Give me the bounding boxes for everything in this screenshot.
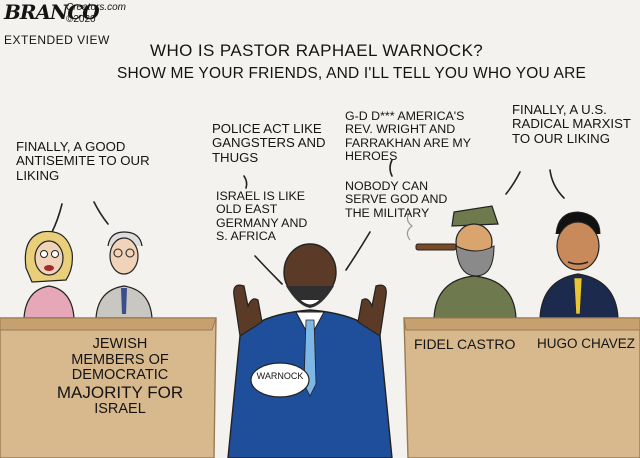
cartoon-panel: BRANCO Creators.com ©2020 EXTENDED VIEW … [0,0,640,458]
podium-label-line: ISRAEL [94,401,146,418]
publisher-credit: Creators.com [66,2,127,13]
castro-label: FIDEL CASTRO [414,336,516,352]
speech-jewish-members: FINALLY, A GOOD ANTISEMITE TO OUR LIKING [16,139,150,183]
view-label: EXTENDED VIEW [4,33,110,47]
man-figure-left [95,231,153,319]
speech-israel: ISRAEL IS LIKE OLD EAST GERMANY AND S. A… [216,189,308,244]
podium-label-line: MEMBERS OF [71,351,169,368]
speech-police: POLICE ACT LIKE GANGSTERS AND THUGS [212,121,326,165]
left-podium-label: JEWISH MEMBERS OF DEMOCRATIC MAJORITY FO… [40,336,200,418]
warnock-figure [227,243,393,458]
podium-label-line: DEMOCRATIC [71,367,169,384]
chavez-label: HUGO CHAVEZ [537,336,636,351]
woman-figure [23,230,75,319]
podium-label-line: JEWISH [92,336,148,352]
cartoon-title: WHO IS PASTOR RAPHAEL WARNOCK? [150,41,484,60]
speech-military: NOBODY CAN SERVE GOD AND THE MILITARY [345,179,448,220]
chavez-figure [539,211,619,319]
podium-label-line: MAJORITY FOR [56,382,184,402]
speech-heroes: G-D D*** AMERICA'S REV. WRIGHT AND FARRA… [345,109,471,164]
warnock-nametag: WARNOCK [256,371,304,381]
cartoon-subtitle: SHOW ME YOUR FRIENDS, AND I'LL TELL YOU … [117,65,587,82]
copyright: ©2020 [66,14,96,25]
castro-figure [406,205,517,319]
speech-marxist: FINALLY, A U.S. RADICAL MARXIST TO OUR L… [512,102,631,146]
